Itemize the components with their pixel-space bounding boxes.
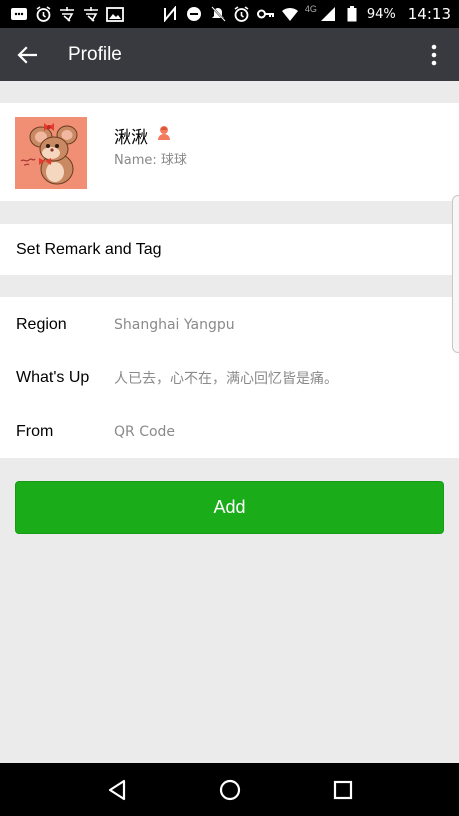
name-prefix: Name:	[114, 153, 161, 168]
title-bar: Profile	[0, 28, 459, 81]
info-key: What's Up	[16, 369, 90, 386]
circle-home-icon	[219, 779, 240, 800]
nickname: 湫湫	[114, 128, 148, 148]
name-value: 球球	[160, 153, 187, 168]
info-value: Shanghai Yangpu	[114, 317, 235, 333]
info-row-whats-up[interactable]: What's Up 人已去，心不在，满心回忆皆是痛。	[0, 351, 459, 405]
app-icon	[82, 5, 100, 23]
nav-home-button[interactable]	[200, 763, 260, 816]
avatar[interactable]	[15, 117, 87, 189]
wifi-icon	[281, 5, 299, 23]
more-options-button[interactable]	[409, 28, 459, 81]
info-row-region[interactable]: Region Shanghai Yangpu	[0, 298, 459, 352]
info-value: 人已去，心不在，满心回忆皆是痛。	[114, 371, 338, 387]
edge-swipe-handle[interactable]	[452, 195, 459, 353]
profile-card: 湫湫 Name: 球球	[0, 103, 459, 201]
app-icon	[58, 5, 76, 23]
status-bar-right: 4G 94% 14:13	[161, 4, 451, 23]
cartoon-mouse-image	[15, 117, 87, 189]
nav-recents-button[interactable]	[313, 763, 373, 816]
add-contact-button[interactable]: Add	[15, 481, 444, 534]
info-list: Region Shanghai Yangpu What's Up 人已去，心不在…	[0, 297, 459, 458]
key-icon	[256, 5, 275, 23]
set-remark-label: Set Remark and Tag	[16, 240, 162, 258]
info-key: Region	[16, 316, 67, 333]
back-button[interactable]	[0, 28, 54, 81]
message-icon	[10, 5, 28, 23]
more-vertical-icon	[431, 44, 437, 65]
real-name: Name: 球球	[114, 149, 187, 168]
info-value: QR Code	[114, 424, 176, 440]
dnd-icon	[185, 5, 203, 23]
triangle-back-icon	[108, 779, 125, 800]
back-arrow-icon	[17, 45, 37, 64]
image-icon	[106, 5, 124, 23]
info-row-from[interactable]: From QR Code	[0, 405, 459, 459]
female-gender-icon	[156, 125, 172, 146]
nav-back-button[interactable]	[87, 763, 147, 816]
network-type: 4G	[304, 4, 317, 14]
clock: 14:13	[407, 5, 451, 23]
status-bar-left	[10, 5, 161, 23]
signal-icon	[319, 5, 337, 23]
alarm-icon	[34, 5, 52, 23]
alarm-icon	[233, 5, 251, 23]
mute-icon	[209, 5, 227, 23]
info-key: From	[16, 423, 54, 440]
nfc-icon	[161, 5, 179, 23]
battery-icon	[343, 5, 361, 23]
set-remark-and-tag-row[interactable]: Set Remark and Tag	[0, 224, 459, 275]
navigation-bar	[0, 763, 459, 816]
page-title: Profile	[68, 43, 122, 65]
square-recents-icon	[333, 780, 352, 799]
nickname-row: 湫湫	[114, 123, 172, 148]
battery-percent: 94%	[366, 6, 396, 22]
status-bar: 4G 94% 14:13	[0, 0, 459, 28]
